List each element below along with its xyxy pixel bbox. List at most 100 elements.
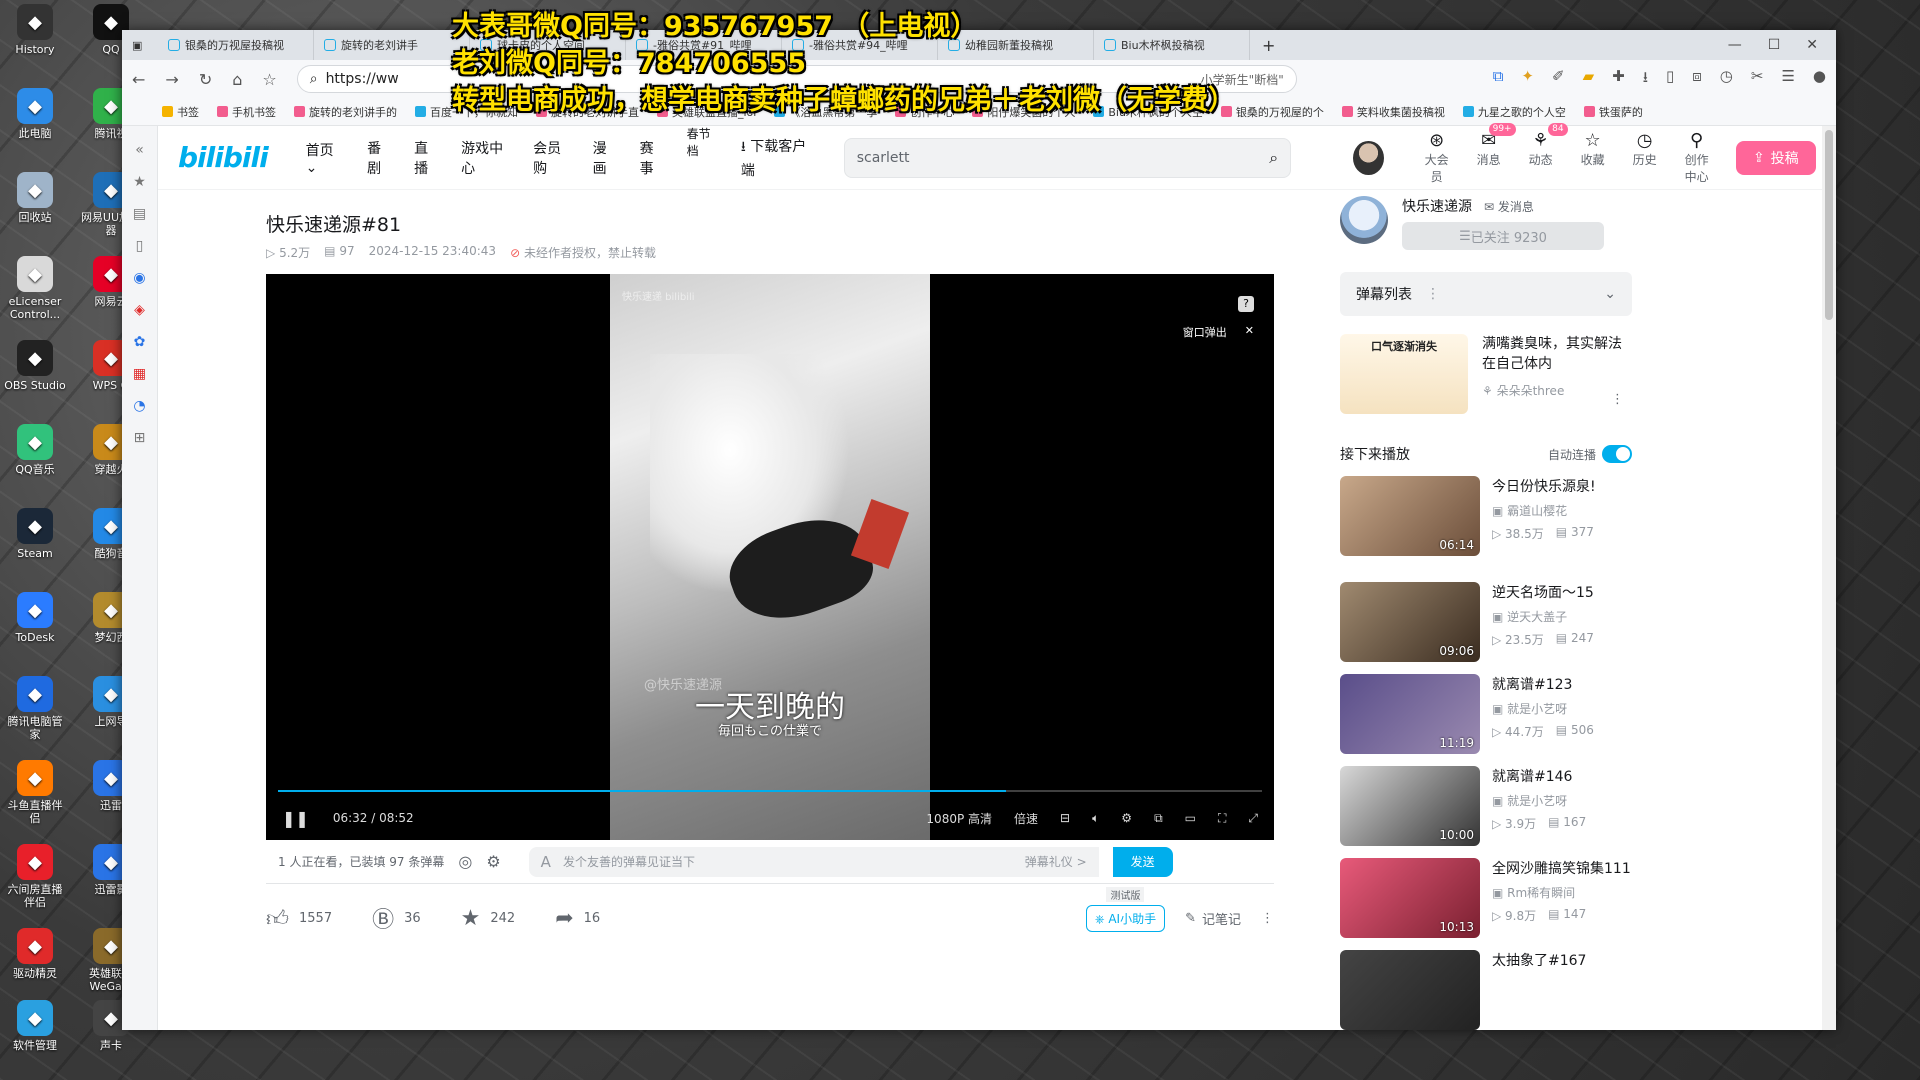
reload-icon[interactable]: ↻ <box>199 70 212 89</box>
speed-button[interactable]: 倍速 <box>1014 810 1038 827</box>
share-button[interactable]: ➦ 16 <box>555 906 600 931</box>
desktop-shortcut[interactable]: ◆ 回收站 <box>4 172 66 224</box>
recommend-card[interactable]: 10:00 就离谱#146 ▣ 就是小艺呀 ▷ 3.9万 ▤ 167 <box>1340 766 1632 846</box>
profile-icon[interactable]: ● <box>1813 67 1826 92</box>
more-icon[interactable]: ⋮ <box>1261 911 1274 926</box>
send-message-link[interactable]: ✉ 发消息 <box>1484 198 1534 215</box>
desktop-shortcut[interactable]: ◆ OBS Studio <box>4 340 66 392</box>
video-player[interactable]: 快乐速递 bilibili @快乐速递源 一天到晚的 毎回もこの仕業で ? 窗口… <box>266 274 1274 840</box>
app-icon[interactable]: ▦ <box>122 366 157 382</box>
search-icon[interactable]: ⌕ <box>1269 148 1278 168</box>
nav-manga[interactable]: 漫画 <box>593 138 618 178</box>
extension-icon[interactable]: ✦ <box>1521 67 1534 92</box>
phone-icon[interactable]: ▯ <box>1666 67 1674 92</box>
pause-icon[interactable]: ❚❚ <box>282 809 309 828</box>
user-menu-item[interactable]: ☆ 收藏 <box>1576 130 1610 185</box>
user-menu-item[interactable]: ⚘ 动态 84 <box>1524 122 1568 185</box>
nav-anime[interactable]: 番剧 <box>367 138 392 178</box>
bilibili-logo[interactable]: bilibili <box>178 141 269 174</box>
danmaku-input[interactable]: A 发个友善的弹幕见证当下 弹幕礼仪 > <box>528 846 1099 877</box>
danmaku-toggle-icon[interactable]: ◎ <box>458 852 472 871</box>
search-input[interactable]: scarlett ⌕ <box>843 137 1292 178</box>
like-button[interactable]: 👍︎ 1557 <box>266 905 332 932</box>
translate-icon[interactable]: ⧉ <box>1493 67 1504 92</box>
popout-button[interactable]: 窗口弹出 <box>1183 324 1227 340</box>
uploader-name[interactable]: 快乐速递源 <box>1402 196 1472 216</box>
desktop-shortcut[interactable]: ◆ eLicenser Control... <box>4 256 66 321</box>
coin-button[interactable]: Ⓑ 36 <box>372 902 421 934</box>
download-icon[interactable]: ⭳ <box>1643 67 1648 92</box>
quality-button[interactable]: 1080P 高清 <box>926 810 992 827</box>
desktop-shortcut[interactable]: ◆ ToDesk <box>4 592 66 644</box>
settings-icon[interactable]: ⚙ <box>1121 811 1132 825</box>
desktop-shortcut[interactable]: ◆ 此电脑 <box>4 88 66 140</box>
recommend-card[interactable]: 09:06 逆天名场面～15 ▣ 逆天大盖子 ▷ 23.5万 ▤ 247 <box>1340 582 1632 662</box>
danmaku-settings-icon[interactable]: ⚙ <box>486 852 500 871</box>
recommend-card[interactable]: 太抽象了#167 <box>1340 950 1632 1030</box>
volume-icon[interactable]: 🔈︎ <box>1092 811 1099 826</box>
add-icon[interactable]: ⊞ <box>122 430 157 446</box>
close-popout-icon[interactable]: ✕ <box>1245 324 1254 340</box>
browser-tab[interactable]: 旋转的老刘讲手 <box>314 30 470 60</box>
desktop-shortcut[interactable]: ◆ 驱动精灵 <box>4 928 66 980</box>
avatar[interactable] <box>1353 140 1384 175</box>
autoplay-toggle[interactable] <box>1602 445 1632 463</box>
send-button[interactable]: 发送 <box>1112 846 1173 877</box>
uploader-avatar[interactable] <box>1340 196 1388 244</box>
search-icon[interactable]: ◉ <box>122 270 157 286</box>
help-icon[interactable]: ? <box>1238 296 1254 312</box>
note-button[interactable]: ✎ 记笔记 <box>1185 909 1241 928</box>
app-icon[interactable]: ◈ <box>122 302 157 318</box>
recommend-card[interactable]: 06:14 今日份快乐源泉! ▣ 霸道山樱花 ▷ 38.5万 ▤ 377 <box>1340 476 1632 556</box>
desktop-shortcut[interactable]: ◆ 腾讯电脑管家 <box>4 676 66 741</box>
folder-icon[interactable]: ▰ <box>1583 67 1595 92</box>
fullscreen-icon[interactable]: ⤢ <box>1248 811 1258 826</box>
user-menu-item[interactable]: ⊛ 大会员 <box>1420 130 1454 185</box>
forward-icon[interactable]: → <box>165 70 178 89</box>
extension-icon[interactable]: ✐ <box>1552 67 1565 92</box>
clock-icon[interactable]: ◔ <box>122 398 157 414</box>
bookmark-item[interactable]: 铁蛋萨的 <box>1583 104 1643 120</box>
back-icon[interactable]: ← <box>132 70 145 89</box>
nav-esports[interactable]: 赛事 <box>640 138 665 178</box>
home-icon[interactable]: ⌂ <box>232 70 242 89</box>
ai-assistant-button[interactable]: 测试版 ⎈ AI小助手 <box>1085 886 1166 932</box>
new-tab-button[interactable]: + <box>1250 36 1287 55</box>
maximize-icon[interactable]: ☐ <box>1768 37 1781 53</box>
recommend-card[interactable]: 10:13 全网沙雕搞笑锦集111 ▣ Rm稀有瞬间 ▷ 9.8万 ▤ 147 <box>1340 858 1632 938</box>
bookmark-item[interactable]: 笑料收集菌投稿视 <box>1341 104 1445 120</box>
desktop-shortcut[interactable]: ◆ 六间房直播伴侣 <box>4 844 66 909</box>
upload-button[interactable]: ⇪ 投稿 <box>1735 140 1816 175</box>
minimize-icon[interactable]: — <box>1728 37 1742 53</box>
bookmark-item[interactable]: 书签 <box>162 104 199 120</box>
desktop-shortcut[interactable]: ◆ Steam <box>4 508 66 560</box>
nav-live[interactable]: 直播 <box>414 138 439 178</box>
scissors-icon[interactable]: ✂ <box>1751 67 1764 92</box>
desktop-shortcut[interactable]: ◆ 斗鱼直播伴侣 <box>4 760 66 825</box>
danmaku-etiquette-link[interactable]: 弹幕礼仪 > <box>1025 853 1087 870</box>
desktop-shortcut[interactable]: ◆ 软件管理 <box>4 1000 66 1052</box>
recommend-card[interactable]: 11:19 就离谱#123 ▣ 就是小艺呀 ▷ 44.7万 ▤ 506 <box>1340 674 1632 754</box>
star-icon[interactable]: ☆ <box>262 70 276 89</box>
favorites-icon[interactable]: ★ <box>122 174 157 190</box>
nav-home[interactable]: 首页 ⌄ <box>306 140 345 176</box>
collapse-icon[interactable]: « <box>122 142 157 158</box>
nav-member-shop[interactable]: 会员购 <box>533 138 571 178</box>
user-menu-item[interactable]: ⚲ 创作中心 <box>1680 130 1714 185</box>
subtitle-off-icon[interactable]: ⊟ <box>1060 811 1070 825</box>
bookmark-item[interactable]: 银桑的万视屋的个 <box>1220 104 1324 120</box>
user-menu-item[interactable]: ✉ 消息 99+ <box>1472 122 1516 185</box>
webfullscreen-icon[interactable]: ⛶ <box>1218 811 1226 826</box>
pip-icon[interactable]: ⧉ <box>1154 811 1163 826</box>
screenshot-icon[interactable]: ⧈ <box>1692 67 1702 92</box>
nav-festival[interactable]: 春节档 <box>687 125 719 159</box>
download-client[interactable]: ⭳ 下载客户端 <box>741 136 812 180</box>
page-scrollbar[interactable] <box>1822 126 1836 1030</box>
puzzle-icon[interactable]: ✚ <box>1612 67 1625 92</box>
favorite-button[interactable]: ★ 242 <box>461 906 516 931</box>
ad-card[interactable]: 口气逐渐消失 满嘴粪臭味，其实解法在自己体内 ⚘ 朵朵朵three ⋮ <box>1340 334 1632 414</box>
danmaku-list-toggle[interactable]: 弹幕列表 ⋮ ⌄ <box>1340 272 1632 316</box>
user-menu-item[interactable]: ◷ 历史 <box>1628 130 1662 185</box>
phone-icon[interactable]: ▯ <box>122 238 157 254</box>
bookmark-item[interactable]: 旋转的老刘讲手的 <box>294 104 397 120</box>
